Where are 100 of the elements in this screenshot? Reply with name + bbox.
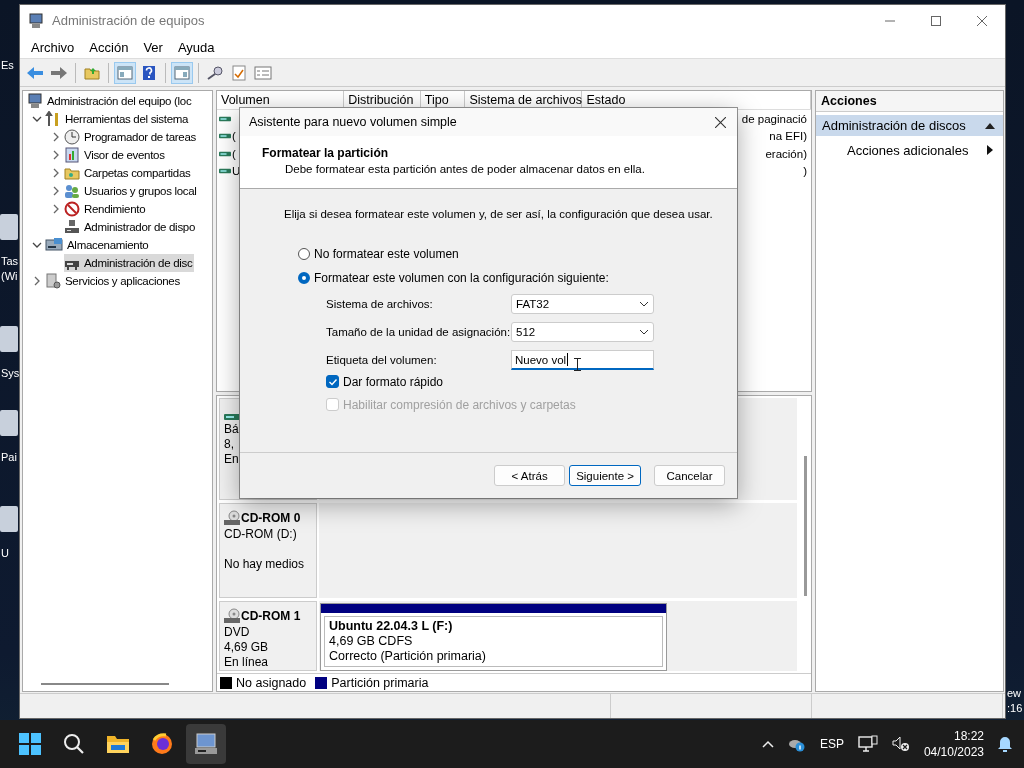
forward-arrow-icon bbox=[50, 64, 68, 81]
close-button[interactable] bbox=[715, 116, 726, 128]
table-cell-text: ) bbox=[803, 165, 808, 178]
device-icon bbox=[64, 219, 80, 235]
hard-drive-icon bbox=[219, 132, 231, 141]
dialog-title: Asistente para nuevo volumen simple bbox=[249, 115, 457, 129]
dialog-heading: Formatear la partición bbox=[262, 146, 390, 160]
scrollbar-thumb[interactable] bbox=[803, 456, 807, 596]
action-item[interactable]: Acciones adicionales bbox=[816, 139, 1003, 161]
tree-item[interactable]: Rendimiento bbox=[64, 200, 148, 218]
tree-item[interactable]: Administración de disc bbox=[64, 254, 195, 272]
text-cursor-icon bbox=[574, 358, 581, 371]
tools-icon bbox=[45, 111, 61, 127]
folder-icon bbox=[106, 733, 130, 755]
start-icon bbox=[19, 733, 41, 755]
input-field[interactable]: Nuevo vol bbox=[511, 350, 654, 370]
field-label: Sistema de archivos: bbox=[326, 298, 434, 310]
hard-drive-icon bbox=[219, 149, 231, 158]
disk-status: No hay medios bbox=[224, 557, 306, 572]
checkbox-label: Dar formato rápido bbox=[343, 374, 444, 389]
desktop-icon-label: (Wi bbox=[1, 269, 19, 284]
tree-item[interactable]: Herramientas del sistema bbox=[45, 110, 191, 128]
menu-item[interactable]: Ver bbox=[137, 39, 172, 55]
help-icon bbox=[141, 64, 157, 81]
disk-type: CD-ROM (D:) bbox=[224, 527, 298, 542]
computer-icon bbox=[28, 12, 44, 29]
close-icon bbox=[977, 15, 987, 26]
desktop-icon-label: :16 bbox=[1007, 701, 1023, 716]
computer-icon bbox=[27, 93, 43, 109]
disk-size: 4,69 GB bbox=[224, 640, 270, 655]
dropdown[interactable]: 512 bbox=[511, 322, 654, 342]
dialog-subtitle: Debe formatear esta partición antes de poder almacenar datos en ella. bbox=[285, 163, 646, 175]
menu-item[interactable]: Acción bbox=[83, 39, 138, 55]
legend-label: No asignado bbox=[236, 675, 307, 690]
radio-label: No formatear este volumen bbox=[314, 247, 459, 261]
partition-block[interactable]: Ubuntu 22.04.3 L (F:) 4,69 GB CDFS Correcto (Partición primaria) bbox=[320, 603, 667, 671]
checklist-icon bbox=[232, 64, 246, 81]
menu-item[interactable]: Archivo bbox=[25, 39, 84, 55]
tree-item[interactable]: Administración del equipo (loc bbox=[27, 92, 194, 110]
field-label: Tamaño de la unidad de asignación: bbox=[326, 326, 511, 338]
chevron-down-icon bbox=[639, 329, 649, 335]
tree-item[interactable]: Usuarios y grupos local bbox=[64, 182, 199, 200]
disk-label-panel[interactable]: CD-ROM 0 CD-ROM (D:) No hay medios bbox=[219, 503, 317, 598]
clock-date[interactable]: 04/10/2023 bbox=[923, 744, 984, 760]
legend-label: Partición primaria bbox=[331, 675, 429, 690]
computer-management-icon bbox=[194, 733, 218, 755]
storage-icon bbox=[45, 237, 63, 253]
muted-speaker-icon bbox=[891, 736, 910, 752]
clock-time[interactable]: 18:22 bbox=[923, 728, 984, 744]
wizard-button[interactable]: Cancelar bbox=[654, 465, 725, 486]
check-icon bbox=[327, 376, 338, 387]
panel-icon bbox=[174, 64, 190, 81]
tree-item[interactable]: Programador de tareas bbox=[64, 128, 198, 146]
browser-icon bbox=[151, 733, 173, 755]
shared-folder-icon bbox=[64, 165, 80, 181]
hard-drive-icon bbox=[224, 413, 240, 421]
desktop-icon-label: Pai bbox=[1, 450, 17, 465]
wizard-button[interactable]: < Atrás bbox=[494, 465, 566, 486]
hard-drive-icon bbox=[219, 167, 231, 176]
wizard-button[interactable]: Siguiente > bbox=[569, 465, 641, 486]
table-cell: U bbox=[232, 165, 241, 178]
tree-item[interactable]: Carpetas compartidas bbox=[64, 164, 193, 182]
partition-label: Ubuntu 22.04.3 L (F:) bbox=[329, 619, 453, 633]
desktop-icon-label: ew bbox=[1007, 686, 1022, 701]
dropdown[interactable]: FAT32 bbox=[511, 294, 654, 314]
table-cell: ( bbox=[232, 147, 236, 160]
tree-item[interactable]: Almacenamiento bbox=[45, 236, 151, 254]
desktop-icon-label: Sys bbox=[1, 366, 20, 381]
disk-size: 8, bbox=[224, 437, 235, 452]
taskbar-app[interactable] bbox=[186, 724, 226, 764]
submenu-triangle-icon bbox=[987, 145, 993, 155]
users-icon bbox=[64, 183, 80, 199]
properties-icon bbox=[254, 64, 272, 81]
desktop-icon-label: U bbox=[1, 546, 9, 561]
panel-icon bbox=[117, 64, 133, 81]
table-cell-text: de paginació bbox=[741, 112, 808, 125]
radio-button[interactable] bbox=[298, 248, 310, 260]
tree-item[interactable]: Administrador de dispo bbox=[64, 218, 198, 236]
chevron-down-icon bbox=[639, 301, 649, 307]
partition-size: 4,69 GB CDFS bbox=[329, 634, 414, 649]
back-arrow-icon bbox=[26, 64, 44, 81]
tree-item[interactable]: Visor de eventos bbox=[64, 146, 167, 164]
language-indicator[interactable]: ESP bbox=[819, 737, 844, 751]
optical-drive-icon bbox=[224, 510, 240, 526]
disk-status: En bbox=[224, 452, 240, 467]
services-icon bbox=[45, 273, 61, 289]
close-icon bbox=[715, 116, 726, 128]
disk-label-panel[interactable]: CD-ROM 1 DVD 4,69 GB En línea bbox=[219, 601, 317, 671]
disk-type: Bá bbox=[224, 422, 240, 437]
desktop-icon-label: Es bbox=[1, 58, 14, 73]
table-cell-text: eración) bbox=[765, 147, 808, 160]
checkbox[interactable] bbox=[326, 375, 339, 388]
actions-section[interactable]: Administración de discos bbox=[816, 115, 1003, 136]
maximize-icon bbox=[931, 15, 941, 26]
optical-drive-icon bbox=[224, 608, 240, 624]
radio-button[interactable] bbox=[298, 272, 310, 284]
tree-item[interactable]: Servicios y aplicaciones bbox=[45, 272, 182, 290]
radio-label: Formatear este volumen con la configuración siguiente: bbox=[314, 271, 609, 285]
scrollbar-thumb[interactable] bbox=[41, 683, 169, 685]
menu-item[interactable]: Ayuda bbox=[171, 39, 224, 55]
